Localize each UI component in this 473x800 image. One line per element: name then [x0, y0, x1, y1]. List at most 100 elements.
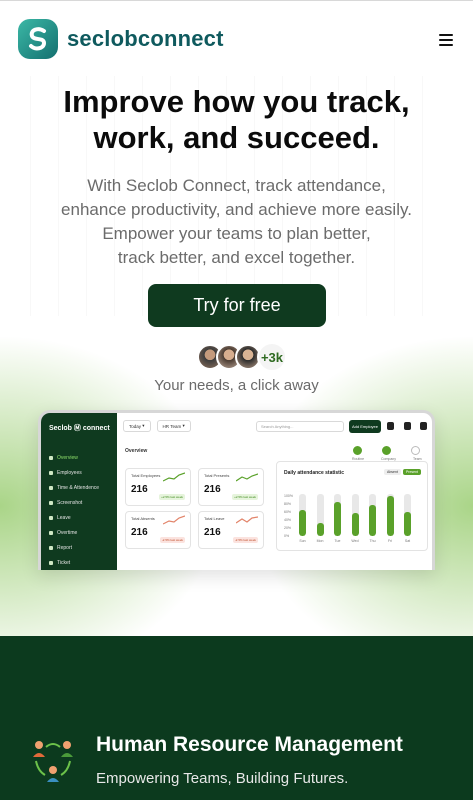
stat-label: Total Presents — [204, 473, 230, 478]
chart-bar — [369, 494, 376, 536]
dashboard-preview: Seclob Ⓜ connect Overview Employees Time… — [38, 410, 435, 570]
chart-bar — [299, 494, 306, 536]
chart-bar — [316, 494, 324, 536]
team-filter-label: HR Team — [162, 423, 182, 429]
site-header: seclobconnect — [0, 0, 473, 76]
hrm-subtitle: Empowering Teams, Building Futures. — [96, 770, 349, 787]
x-tick-label: Wed — [351, 539, 359, 543]
stat-value: 216 — [204, 484, 221, 495]
sidebar-item-leave[interactable]: Leave — [49, 515, 71, 521]
day-filter-label: Today — [129, 423, 142, 429]
stat-value: 216 — [131, 527, 148, 538]
step-check-icon — [411, 446, 420, 455]
dashboard-search-input[interactable]: Search Anything... — [256, 421, 344, 432]
x-tick-label: Sun — [299, 539, 306, 543]
sidebar-item-label: Leave — [57, 515, 71, 521]
avatar-count-badge: +3k — [257, 342, 287, 372]
step-check-icon — [353, 446, 362, 455]
stat-card-total-leave: Total Leave 216 -2.5% last week — [198, 511, 264, 549]
subtext-line: With Seclob Connect, track attendance, — [87, 176, 386, 195]
day-filter-dropdown[interactable]: Today ▾ — [123, 420, 151, 432]
overtime-icon — [49, 531, 53, 535]
stat-tag: -2.5% last week — [159, 537, 185, 543]
chart-bar — [334, 494, 341, 536]
report-icon — [49, 546, 53, 550]
headline-line: work, and succeed. — [93, 120, 380, 155]
sidebar-item-label: Overview — [57, 455, 78, 461]
sidebar-item-employees[interactable]: Employees — [49, 470, 82, 476]
subtext-line: Empower your teams to plan better, — [102, 224, 371, 243]
stat-label: Total Absents — [131, 516, 155, 521]
trend-down-icon — [236, 516, 258, 524]
chart-bar — [351, 494, 359, 536]
sidebar-item-overtime[interactable]: Overtime — [49, 530, 77, 536]
tab-present[interactable]: Present — [402, 469, 421, 475]
sidebar-item-label: Time & Attendence — [57, 485, 100, 491]
x-tick-label: Thu — [369, 539, 376, 543]
stat-tag: -2.5% last week — [232, 537, 258, 543]
tab-absent[interactable]: Absent — [384, 469, 401, 475]
stat-card-total-presents: Total Presents 216 +2.5% last week — [198, 468, 264, 506]
chart-title: Daily attendance statistic — [284, 470, 345, 476]
dashboard-logo: Seclob Ⓜ connect — [49, 425, 110, 432]
team-network-icon — [33, 741, 73, 782]
chart-bar-fill — [316, 522, 324, 536]
sidebar-item-overview[interactable]: Overview — [49, 455, 78, 461]
y-tick-label: 80% — [284, 502, 292, 506]
stat-value: 216 — [204, 527, 221, 538]
chart-bar — [404, 494, 411, 536]
y-tick-label: 40% — [284, 518, 292, 522]
sidebar-item-time-attendance[interactable]: Time & Attendence — [49, 485, 99, 491]
sidebar-item-label: Employees — [57, 470, 82, 476]
sidebar-item-label: Ticket — [57, 560, 71, 566]
screenshot-icon — [49, 501, 53, 505]
dashboard-filters: Today ▾ HR Team ▾ — [123, 420, 191, 434]
sidebar-item-screenshot[interactable]: Screenshot — [49, 500, 82, 506]
chart-bar-fill — [299, 509, 306, 536]
y-tick-label: 20% — [284, 526, 292, 530]
document-icon[interactable] — [404, 422, 411, 430]
step-check-icon — [382, 446, 391, 455]
sidebar-item-report[interactable]: Report — [49, 545, 72, 551]
chart-bar-fill — [369, 504, 376, 536]
hrm-title: Human Resource Management — [96, 733, 403, 756]
subtext-line: enhance productivity, and achieve more e… — [61, 200, 412, 219]
hero-subtext: With Seclob Connect, track attendance, e… — [40, 174, 433, 270]
team-filter-dropdown[interactable]: HR Team ▾ — [156, 420, 191, 432]
landing-page: seclobconnect Improve how you track, wor… — [0, 0, 473, 800]
x-tick-label: Tue — [334, 539, 341, 543]
dashboard-sidebar: Seclob Ⓜ connect Overview Employees Time… — [41, 413, 117, 570]
chart-bar — [386, 494, 394, 536]
seclob-logo-icon[interactable] — [18, 19, 58, 59]
attendance-chart-panel: Daily attendance statistic Absent Presen… — [276, 461, 428, 551]
add-employee-button[interactable]: Add Employee — [349, 420, 381, 433]
avatars-caption: Your needs, a click away — [154, 377, 319, 394]
subtext-line: track better, and excel together. — [117, 248, 356, 267]
hamburger-icon[interactable] — [439, 34, 453, 46]
try-for-free-button[interactable]: Try for free — [148, 284, 326, 327]
stat-tag: +2.5% last week — [232, 494, 258, 500]
stat-value: 216 — [131, 484, 148, 495]
trend-down-icon — [163, 515, 185, 525]
chart-bar-fill — [404, 511, 411, 536]
chart-bar-fill — [386, 496, 394, 536]
trend-up-icon — [163, 472, 185, 482]
y-tick-label: 0% — [284, 534, 290, 538]
progress-steps — [353, 446, 420, 455]
sidebar-item-label: Screenshot — [57, 500, 83, 506]
logout-icon[interactable] — [420, 422, 427, 430]
stat-card-total-employees: Total Employees 216 +2.5% last week — [125, 468, 191, 506]
stat-label: Total Employees — [131, 473, 161, 478]
x-tick-label: Mon — [316, 539, 324, 543]
leave-icon — [49, 516, 53, 520]
chart-bar-fill — [351, 512, 359, 536]
chart-bar-fill — [334, 502, 341, 536]
user-avatars: +3k — [197, 342, 287, 372]
brand-name[interactable]: seclobconnect — [67, 26, 224, 52]
dashboard-page-title: Overview — [125, 448, 148, 454]
trend-up-icon — [236, 473, 258, 482]
headline-line: Improve how you track, — [63, 84, 410, 119]
sidebar-item-ticket[interactable]: Ticket — [49, 560, 70, 566]
bell-icon[interactable] — [387, 422, 394, 430]
stat-label: Total Leave — [204, 516, 225, 521]
